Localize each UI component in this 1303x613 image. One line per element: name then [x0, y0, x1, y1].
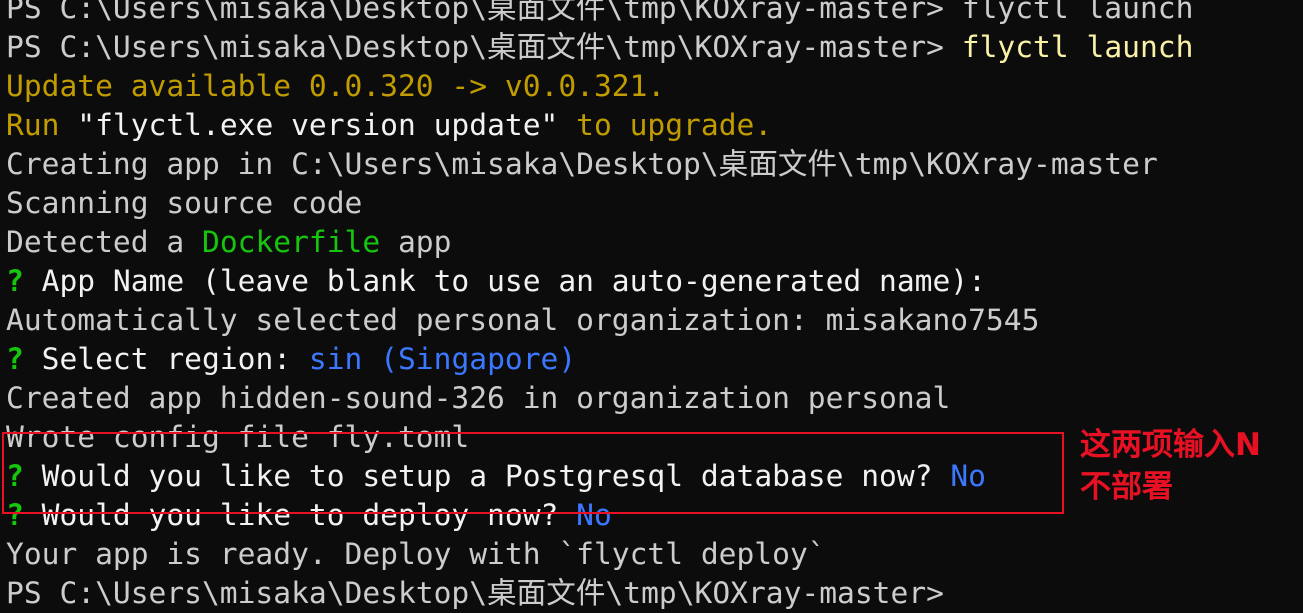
terminal-line-prompt: PS C:\Users\misaka\Desktop\桌面文件\tmp\KOXr… [6, 28, 1303, 67]
terminal-line-partial: PS C:\Users\misaka\Desktop\桌面文件\tmp\KOXr… [6, 0, 1303, 28]
highlight-box [2, 432, 1064, 514]
run-suffix: to upgrade. [558, 108, 773, 142]
creating-app-line: Creating app in C:\Users\misaka\Desktop\… [6, 147, 1158, 181]
region-question-line: ? Select region: sin (Singapore) [6, 340, 1303, 379]
app-name-question-line: ? App Name (leave blank to use an auto-g… [6, 262, 1303, 301]
app-name-question: App Name (leave blank to use an auto-gen… [23, 264, 986, 298]
partial-line-text: PS C:\Users\misaka\Desktop\桌面文件\tmp\KOXr… [6, 0, 1194, 25]
detected-line: Detected a Dockerfile app [6, 223, 1303, 262]
detected-prefix: Detected a [6, 225, 202, 259]
app-ready-line: Your app is ready. Deploy with `flyctl d… [6, 537, 826, 571]
detected-suffix: app [380, 225, 452, 259]
created-app-line: Created app hidden-sound-326 in organiza… [6, 381, 951, 415]
annotation-line-1: 这两项输入N [1080, 427, 1261, 463]
scanning-line: Scanning source code [6, 186, 363, 220]
update-available-line: Update available 0.0.320 -> v0.0.321. [6, 69, 666, 103]
final-prompt-line: PS C:\Users\misaka\Desktop\桌面文件\tmp\KOXr… [6, 576, 944, 610]
region-answer: sin (Singapore) [308, 342, 577, 376]
upgrade-command: "flyctl.exe version update" [77, 108, 559, 142]
question-mark-icon: ? [6, 342, 24, 376]
annotation-line-2: 不部署 [1080, 469, 1173, 505]
region-question: Select region: [23, 342, 309, 376]
detected-kind: Dockerfile [202, 225, 381, 259]
annotation-note: 这两项输入N 不部署 [1080, 424, 1261, 508]
shell-prompt: PS C:\Users\misaka\Desktop\桌面文件\tmp\KOXr… [6, 30, 962, 64]
question-mark-icon: ? [6, 264, 24, 298]
upgrade-hint-line: Run "flyctl.exe version update" to upgra… [6, 106, 1303, 145]
terminal-output[interactable]: PS C:\Users\misaka\Desktop\桌面文件\tmp\KOXr… [6, 0, 1303, 613]
auto-org-line: Automatically selected personal organiza… [6, 303, 1040, 337]
command-text: flyctl launch [961, 30, 1194, 64]
run-prefix: Run [6, 108, 78, 142]
